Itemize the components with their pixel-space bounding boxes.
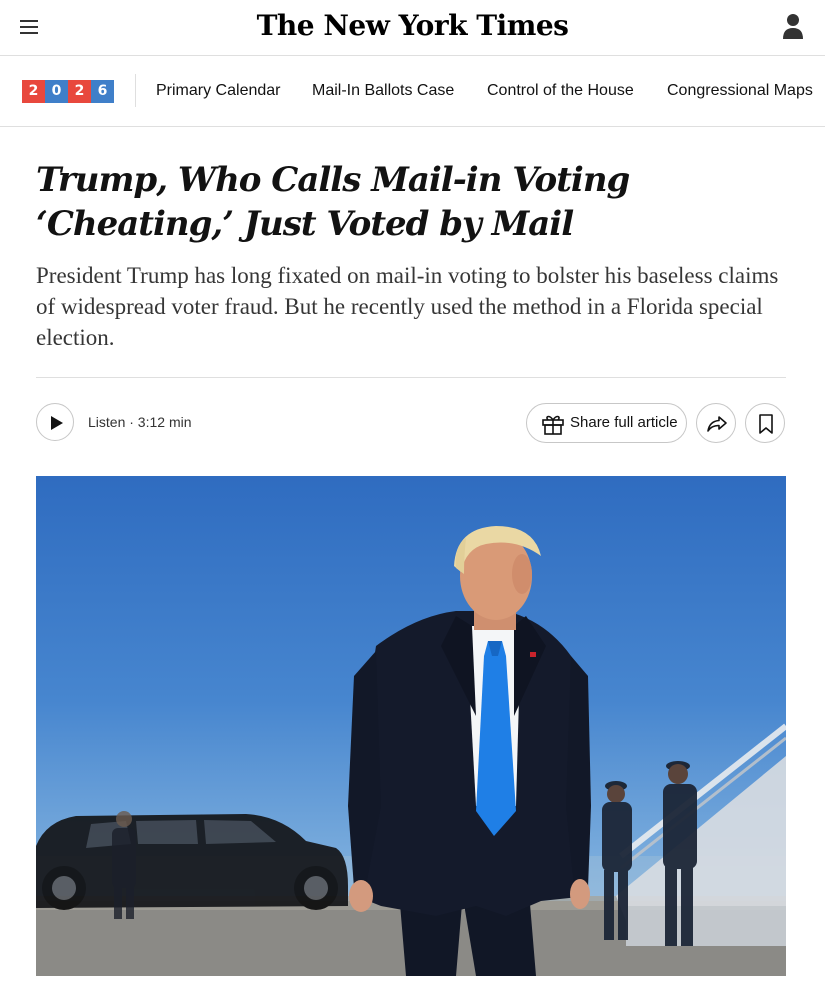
share-arrow-icon — [707, 416, 727, 432]
badge-digit: 2 — [22, 80, 45, 103]
article-lead-photo — [36, 476, 786, 976]
bookmark-icon — [759, 414, 773, 434]
save-bookmark-button[interactable] — [745, 403, 785, 443]
nav-divider — [135, 74, 136, 107]
badge-digit: 0 — [45, 80, 68, 103]
listen-duration-label[interactable]: Listen · 3:12 min — [88, 413, 192, 431]
divider — [36, 377, 786, 378]
photo-illustration — [36, 526, 786, 976]
badge-digit: 2 — [68, 80, 91, 103]
nav-link-congressional-maps[interactable]: Congressional Maps — [667, 80, 813, 102]
article-headline: Trump, Who Calls Mail-in Voting ‘Cheatin… — [36, 160, 630, 244]
nav-link-mail-in-ballots-case[interactable]: Mail-In Ballots Case — [312, 80, 454, 102]
gift-icon — [542, 415, 564, 435]
share-full-article-label: Share full article — [570, 414, 678, 431]
share-full-article-button[interactable]: Share full article — [526, 403, 687, 443]
user-account-icon[interactable] — [780, 12, 806, 40]
share-button[interactable] — [696, 403, 736, 443]
article-summary: President Trump has long fixated on mail… — [36, 263, 779, 350]
badge-digit: 6 — [91, 80, 114, 103]
listen-play-button[interactable] — [36, 403, 74, 441]
election-2026-badge[interactable]: 2 0 2 6 — [22, 80, 114, 103]
nav-link-control-of-the-house[interactable]: Control of the House — [487, 80, 634, 102]
nav-link-primary-calendar[interactable]: Primary Calendar — [156, 80, 280, 102]
masthead-logo[interactable]: The New York Times — [0, 6, 825, 46]
play-icon — [51, 416, 63, 430]
